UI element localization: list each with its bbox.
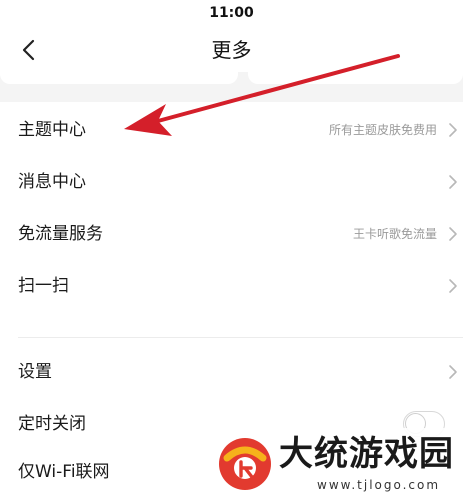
menu-label: 扫一扫 [18, 276, 69, 296]
chevron-right-icon [449, 279, 457, 293]
card-stub-right [248, 72, 463, 84]
chevron-right-icon [449, 175, 457, 189]
chevron-right-icon [449, 365, 457, 379]
card-stub-left [0, 72, 238, 84]
divider-line [18, 337, 463, 338]
menu-row-settings[interactable]: 设置 [0, 346, 463, 398]
menu-label: 设置 [18, 362, 52, 382]
menu-row-message-center[interactable]: 消息中心 [0, 156, 463, 208]
page-title: 更多 [211, 38, 252, 62]
watermark: 大统游戏园 www.tjlogo.com [205, 428, 463, 500]
group-divider [0, 330, 463, 346]
menu-label: 仅Wi-Fi联网 [18, 462, 110, 482]
menu-label: 定时关闭 [18, 414, 86, 434]
menu-value: 所有主题皮肤免费用 [328, 123, 437, 137]
menu-label: 主题中心 [18, 120, 86, 140]
watermark-url: www.tjlogo.com [317, 478, 441, 492]
menu-row-theme-center[interactable]: 主题中心 所有主题皮肤免费用 [0, 104, 463, 156]
menu-row-free-data-service[interactable]: 免流量服务 王卡听歌免流量 [0, 208, 463, 260]
watermark-logo [219, 438, 271, 490]
status-time: 11:00 [209, 5, 254, 21]
nav-bar: 更多 [0, 28, 463, 72]
chevron-right-icon [449, 227, 457, 241]
watermark-title: 大统游戏园 [279, 434, 454, 474]
chevron-right-icon [449, 123, 457, 137]
status-bar: 11:00 [0, 0, 463, 28]
menu-value: 王卡听歌免流量 [352, 227, 437, 241]
menu-label: 免流量服务 [18, 224, 103, 244]
menu-label: 消息中心 [18, 172, 86, 192]
menu-row-scan[interactable]: 扫一扫 [0, 260, 463, 312]
